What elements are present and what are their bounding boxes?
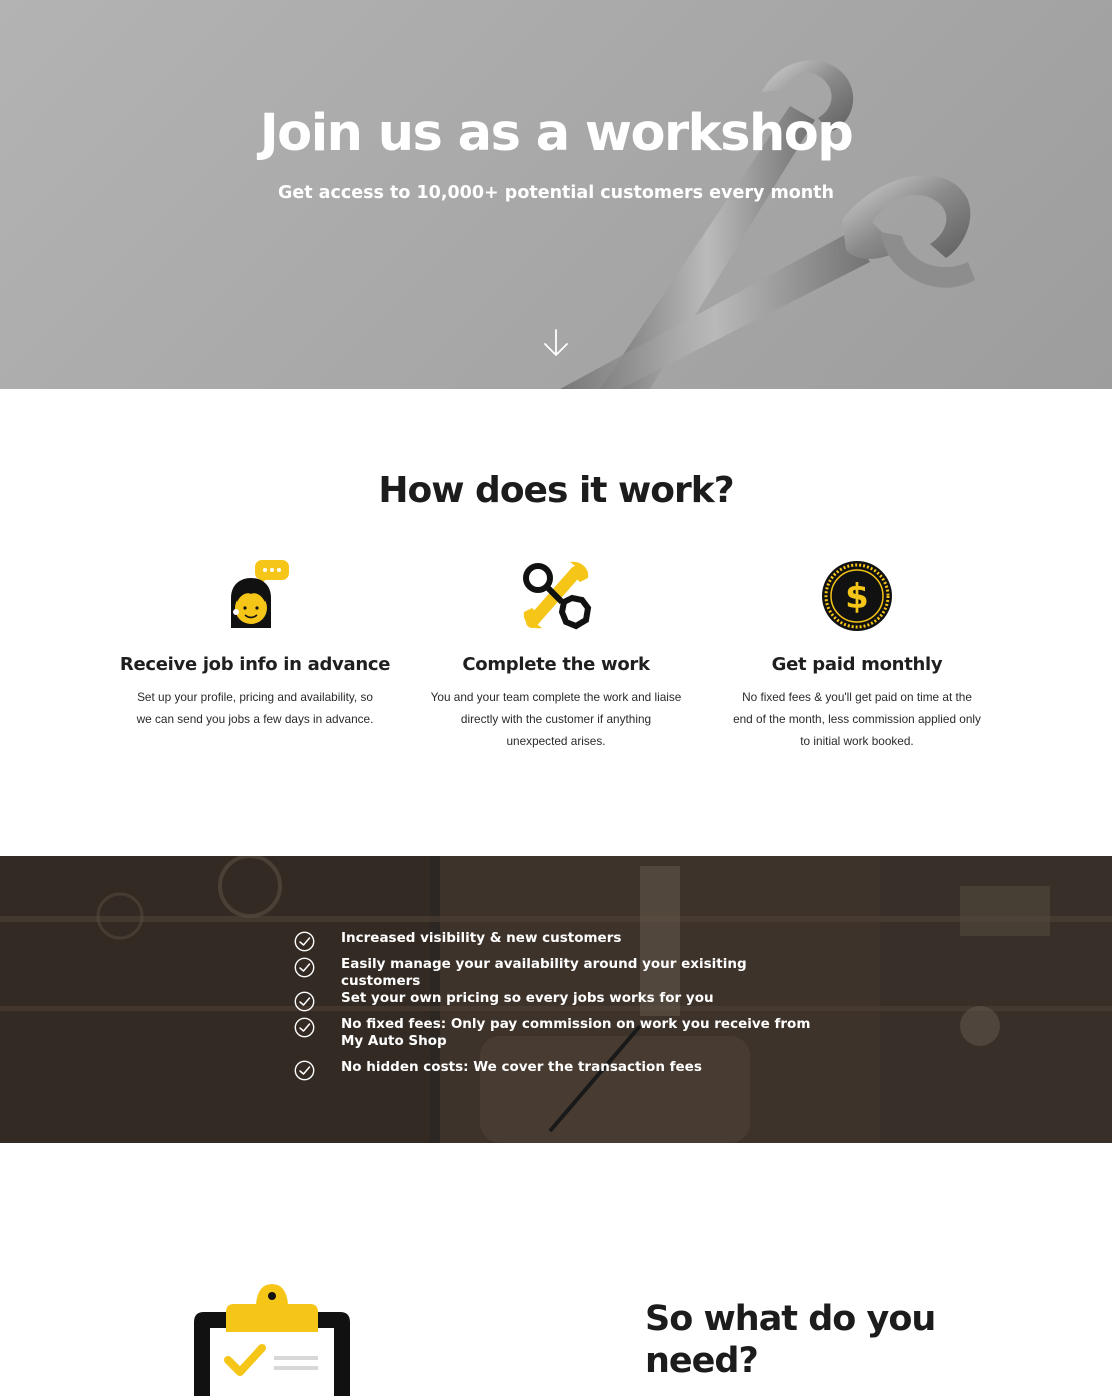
step-complete-work: Complete the work You and your team comp… [406, 558, 706, 752]
list-item: Increased visibility & new customers [294, 930, 814, 956]
step-description: No fixed fees & you'll get paid on time … [733, 690, 981, 748]
step-title: Receive job info in advance [119, 654, 391, 675]
arrow-down-icon[interactable] [542, 328, 570, 358]
dollar-coin-icon: $ [822, 561, 892, 631]
svg-text:$: $ [845, 577, 869, 617]
wrench-tools-icon [523, 561, 592, 630]
benefit-text: Increased visibility & new customers [341, 930, 622, 946]
step-title: Complete the work [462, 654, 650, 675]
list-item: Easily manage your availability around y… [294, 956, 814, 990]
hero-subtitle: Get access to 10,000+ potential customer… [277, 183, 834, 203]
step-title: Get paid monthly [771, 654, 943, 675]
clipboard-check-icon [194, 1284, 350, 1396]
check-circle-icon [294, 1017, 315, 1038]
check-circle-icon [294, 991, 315, 1012]
step-receive-job-info: Receive job info in advance Set up your … [105, 558, 405, 731]
hero-section: Join us as a workshop Get access to 10,0… [0, 0, 1112, 389]
check-circle-icon [294, 1060, 315, 1081]
step-get-paid: $ Get paid monthly No fixed fees & you'l… [707, 558, 1007, 752]
step-description: Set up your profile, pricing and availab… [136, 690, 374, 726]
step-description: You and your team complete the work and … [430, 690, 682, 748]
hero-title: Join us as a workshop [259, 104, 854, 163]
benefit-text: No hidden costs: We cover the transactio… [341, 1059, 702, 1075]
benefit-text: Set your own pricing so every jobs works… [341, 990, 714, 1006]
need-section-title: So what do you need? [645, 1299, 936, 1381]
benefit-text: Easily manage your availability around y… [341, 956, 747, 989]
list-item: No fixed fees: Only pay commission on wo… [294, 1016, 814, 1059]
benefits-section: Increased visibility & new customers Eas… [0, 856, 1112, 1143]
benefits-list: Increased visibility & new customers Eas… [294, 930, 814, 1085]
list-item: Set your own pricing so every jobs works… [294, 990, 814, 1016]
list-item: No hidden costs: We cover the transactio… [294, 1059, 814, 1085]
benefit-text: No fixed fees: Only pay commission on wo… [341, 1016, 811, 1049]
check-circle-icon [294, 957, 315, 978]
support-agent-icon [231, 560, 289, 628]
check-circle-icon [294, 931, 315, 952]
how-section-title: How does it work? [378, 470, 734, 511]
